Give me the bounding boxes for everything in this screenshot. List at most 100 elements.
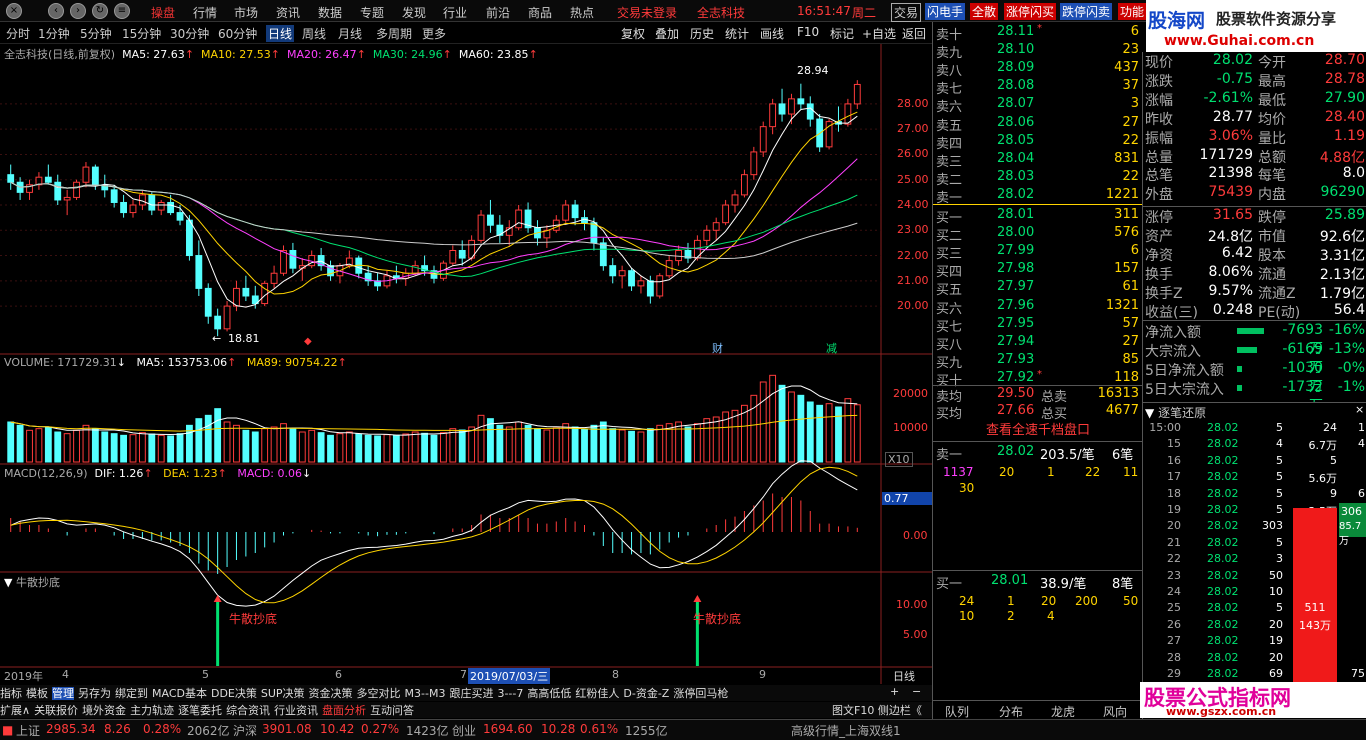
period-5min[interactable]: 5分钟 <box>80 25 112 42</box>
index-hs-name[interactable]: 沪深 <box>233 722 257 739</box>
orderbook-row[interactable]: 卖四 28.05 22 <box>933 132 1143 152</box>
tool-add-watchlist[interactable]: +自选 <box>862 25 896 42</box>
tab-panmian[interactable]: 盘面分析 <box>322 704 366 717</box>
orderbook-row[interactable]: 卖三 28.04 831 <box>933 150 1143 170</box>
tab-sup[interactable]: SUP决策 <box>261 687 305 700</box>
period-multi[interactable]: 多周期 <box>376 25 412 42</box>
quansan-button[interactable]: 全散 <box>970 3 999 20</box>
orderbook-row[interactable]: 卖七 28.08 37 <box>933 77 1143 97</box>
menu-hangqing[interactable]: 行情 <box>193 4 217 21</box>
tab-hangye-zx[interactable]: 行业资讯 <box>274 704 318 717</box>
tool-f10[interactable]: F10 <box>797 25 819 39</box>
period-more[interactable]: 更多 <box>422 25 446 42</box>
tab-3-7[interactable]: 3---7 <box>497 687 523 700</box>
tab-longhu[interactable]: 龙虎 <box>1051 703 1075 720</box>
orderbook-row[interactable]: 卖五 28.06 27 <box>933 114 1143 134</box>
menu-redian[interactable]: 热点 <box>570 4 594 21</box>
orderbook-row[interactable]: 买二 28.00 576 <box>933 224 1143 244</box>
orderbook-row[interactable]: 卖一 28.02 1221 <box>933 186 1143 206</box>
period-monthly[interactable]: 月线 <box>338 25 362 42</box>
tab-fengxiang[interactable]: 风向 <box>1103 703 1127 720</box>
orderbook-row[interactable]: 买四 27.98 157 <box>933 260 1143 280</box>
period-daily[interactable]: 日线 <box>266 25 295 42</box>
tab-lingcunwei[interactable]: 另存为 <box>78 687 111 700</box>
tab-zhibiao[interactable]: 指标 <box>0 687 22 700</box>
sidebar-toggle[interactable]: 图文F10 侧边栏《 <box>832 702 922 718</box>
tab-m3[interactable]: M3--M3 <box>405 687 446 700</box>
tool-back[interactable]: 返回 <box>902 25 926 42</box>
server-status[interactable]: 高级行情_上海双线1 <box>791 722 901 739</box>
tab-zhuli[interactable]: 主力轨迹 <box>130 704 174 717</box>
remove-tab-icon[interactable]: − <box>912 685 921 698</box>
menu-shichang[interactable]: 市场 <box>234 4 258 21</box>
tab-dde[interactable]: DDE决策 <box>211 687 257 700</box>
tool-fuquan[interactable]: 复权 <box>621 25 645 42</box>
tab-zonghe[interactable]: 综合资讯 <box>226 704 270 717</box>
orderbook-row[interactable]: 卖九 28.10 23 <box>933 41 1143 61</box>
period-fenshi[interactable]: 分时 <box>6 25 30 42</box>
menu-caopan[interactable]: 操盘 <box>151 4 175 21</box>
trade-button[interactable]: 交易 <box>891 3 922 22</box>
menu-shangpin[interactable]: 商品 <box>528 4 552 21</box>
orderbook-row[interactable]: 买七 27.95 57 <box>933 315 1143 335</box>
menu-qianyan[interactable]: 前沿 <box>486 4 510 21</box>
menu-zhuanti[interactable]: 专题 <box>360 4 384 21</box>
tool-biaoji[interactable]: 标记 <box>830 25 854 42</box>
back-icon[interactable]: ‹ <box>48 3 64 19</box>
tab-genzhuang[interactable]: 跟庄买进 <box>449 687 493 700</box>
period-60min[interactable]: 60分钟 <box>218 25 257 42</box>
orderbook-row[interactable]: 卖二 28.03 22 <box>933 168 1143 188</box>
tool-diejia[interactable]: 叠加 <box>655 25 679 42</box>
trade-status[interactable]: 交易未登录 <box>617 4 677 21</box>
tab-zijin[interactable]: 资金决策 <box>309 687 353 700</box>
orderbook-row[interactable]: 买九 27.93 85 <box>933 351 1143 371</box>
jian-marker[interactable]: 减 <box>826 340 837 356</box>
orderbook-row[interactable]: 买一 28.01 311 <box>933 206 1143 226</box>
menu-icon[interactable]: ≡ <box>114 3 130 19</box>
add-tab-icon[interactable]: + <box>890 685 899 698</box>
tab-expand[interactable]: 扩展∧ <box>0 704 30 717</box>
tool-lishi[interactable]: 历史 <box>690 25 714 42</box>
tab-bangding[interactable]: 绑定到 <box>115 687 148 700</box>
ad-bottom[interactable]: 股票公式指标网 www.gszx.com.cn <box>1140 682 1366 718</box>
tab-queue[interactable]: 队列 <box>945 703 969 720</box>
tab-hongfen[interactable]: 红粉佳人 <box>575 687 619 700</box>
orderbook-row[interactable]: 买八 27.94 27 <box>933 333 1143 353</box>
tab-guanlian[interactable]: 关联报价 <box>34 704 78 717</box>
tool-huaxian[interactable]: 画线 <box>760 25 784 42</box>
tab-gaogaodidi[interactable]: 高高低低 <box>527 687 571 700</box>
menu-hangye[interactable]: 行业 <box>443 4 467 21</box>
orderbook-row[interactable]: 卖八 28.09 437 <box>933 59 1143 79</box>
tick-close-icon[interactable]: × <box>1355 403 1364 416</box>
tab-guanli[interactable]: 管理 <box>52 687 74 700</box>
period-weekly[interactable]: 周线 <box>302 25 326 42</box>
limitup-buy-button[interactable]: 涨停闪买 <box>1004 3 1057 20</box>
tab-zhangting[interactable]: 涨停回马枪 <box>673 687 728 700</box>
tab-macd-basic[interactable]: MACD基本 <box>152 687 207 700</box>
close-icon[interactable]: × <box>6 3 22 19</box>
menu-faxian[interactable]: 发现 <box>402 4 426 21</box>
orderbook-row[interactable]: 买五 27.97 61 <box>933 278 1143 298</box>
menu-zixun[interactable]: 资讯 <box>276 4 300 21</box>
orderbook-row[interactable]: 买六 27.96 1321 <box>933 297 1143 317</box>
index-sh-name[interactable]: 上证 <box>16 722 40 739</box>
tab-jingwai[interactable]: 境外资金 <box>82 704 126 717</box>
tab-zhubi[interactable]: 逐笔委托 <box>178 704 222 717</box>
orderbook-row[interactable]: 卖六 28.07 3 <box>933 95 1143 115</box>
forward-icon[interactable]: › <box>70 3 86 19</box>
limitdown-sell-button[interactable]: 跌停闪卖 <box>1060 3 1113 20</box>
tab-duokong[interactable]: 多空对比 <box>357 687 401 700</box>
tab-moban[interactable]: 模板 <box>26 687 48 700</box>
menu-shuju[interactable]: 数据 <box>318 4 342 21</box>
cai-marker[interactable]: 财 <box>712 340 723 356</box>
ad-top[interactable]: 股海网 股票软件资源分享 www.Guhai.com.cn <box>1146 0 1366 52</box>
tab-hudong[interactable]: 互动问答 <box>370 704 414 717</box>
flash-button[interactable]: 闪电手 <box>925 3 966 20</box>
tool-tongji[interactable]: 统计 <box>725 25 749 42</box>
full-depth-button[interactable]: 查看全速千档盘口 <box>933 420 1143 442</box>
period-1min[interactable]: 1分钟 <box>38 25 70 42</box>
tick-toggle-icon[interactable]: ▼ <box>1145 406 1154 420</box>
orderbook-row[interactable]: 买三 27.99 6 <box>933 242 1143 262</box>
tab-d-zijin[interactable]: D-资金-Z <box>623 687 669 700</box>
tab-distribution[interactable]: 分布 <box>999 703 1023 720</box>
